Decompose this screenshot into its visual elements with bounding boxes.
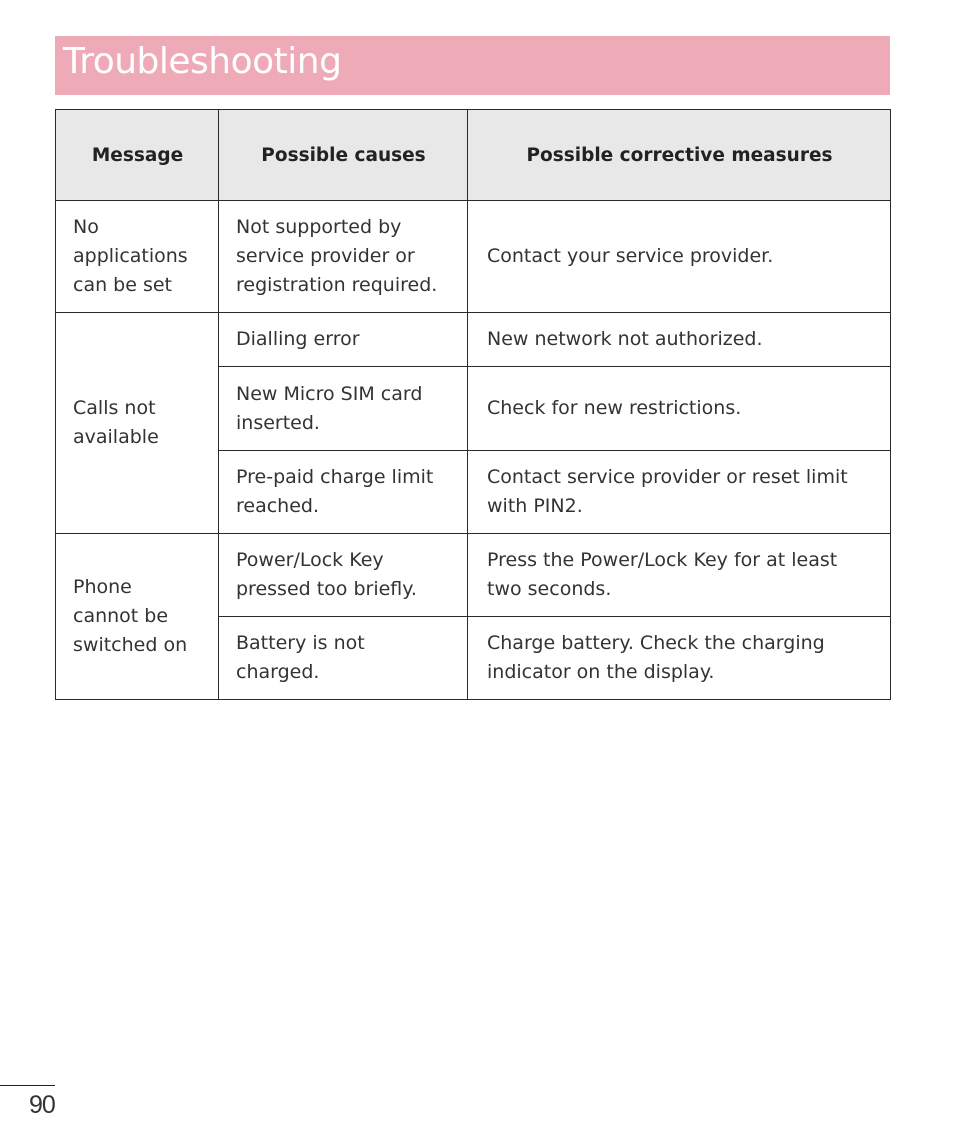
message-cell: Calls not available [55,312,219,534]
measure-cell: New network not authorized. [467,312,891,367]
header-possible-causes: Possible causes [218,109,468,201]
table-row: Calls not available Dialling error New n… [55,312,891,534]
header-corrective-measures: Possible corrective measures [467,109,891,201]
section-banner: Troubleshooting [55,36,890,95]
cause-cell: Dialling error [218,312,468,367]
message-cell: No applications can be set [55,200,219,313]
section-title: Troubleshooting [63,41,342,82]
cause-cell: Pre-paid charge limit reached. [218,450,468,534]
table-header-row: Message Possible causes Possible correct… [55,109,891,201]
cause-cell: Power/Lock Key pressed too briefly. [218,533,468,617]
cause-cell: Not supported by service provider or reg… [218,200,468,313]
cause-cell: New Micro SIM card inserted. [218,366,468,451]
measure-cell: Press the Power/Lock Key for at least tw… [467,533,891,617]
measure-cell: Contact service provider or reset limit … [467,450,891,534]
message-cell: Phone cannot be switched on [55,533,219,700]
measure-cell: Contact your service provider. [467,200,891,313]
measure-cell: Charge battery. Check the charging indic… [467,616,891,700]
table-row: No applications can be set Not supported… [55,200,891,313]
page-number: 90 [29,1091,56,1119]
table-row: Phone cannot be switched on Power/Lock K… [55,533,891,700]
troubleshooting-table: Message Possible causes Possible correct… [55,109,891,700]
header-message: Message [55,109,219,201]
footer-divider [0,1085,55,1086]
measure-cell: Check for new restrictions. [467,366,891,451]
cause-cell: Battery is not charged. [218,616,468,700]
